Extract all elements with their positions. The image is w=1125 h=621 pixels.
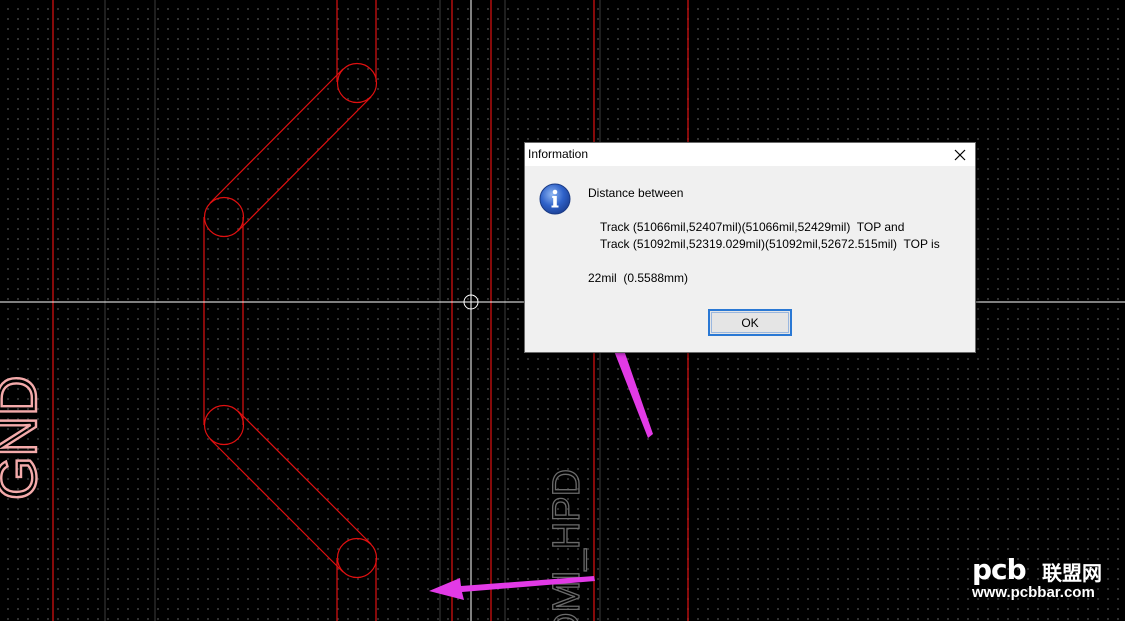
net-label-gnd: GND bbox=[0, 376, 48, 500]
ok-button[interactable]: OK bbox=[708, 309, 792, 336]
via-pad bbox=[336, 62, 378, 104]
dialog-body: Distance between Track (51066mil,52407mi… bbox=[525, 166, 975, 352]
dialog-result: 22mil (0.5588mm) bbox=[588, 271, 689, 285]
dialog-title: Information bbox=[528, 147, 589, 161]
via-pad bbox=[336, 537, 378, 579]
dialog-track1: Track (51066mil,52407mil)(51066mil,52429… bbox=[600, 220, 905, 234]
via-pad bbox=[203, 196, 245, 238]
information-dialog[interactable]: Information Distance between Track (5106… bbox=[524, 142, 976, 353]
close-icon bbox=[954, 149, 966, 160]
via-pad bbox=[203, 404, 245, 446]
watermark-cn-text: 联盟网 bbox=[1042, 563, 1102, 585]
close-button[interactable] bbox=[945, 143, 975, 166]
dialog-heading: Distance between bbox=[588, 186, 684, 200]
info-icon bbox=[539, 183, 571, 215]
pcb-canvas[interactable]: GND DMI_HPD Information Distance between… bbox=[0, 0, 1125, 621]
dialog-titlebar[interactable]: Information bbox=[525, 143, 975, 166]
net-label-hpd: DMI_HPD bbox=[546, 469, 588, 621]
watermark-url: www.pcbbar.com bbox=[972, 584, 1095, 601]
watermark-logo: pcb bbox=[972, 553, 1027, 586]
dialog-track2: Track (51092mil,52319.029mil)(51092mil,5… bbox=[600, 237, 940, 251]
watermark: pcb 联盟网 www.pcbbar.com bbox=[970, 553, 1122, 603]
